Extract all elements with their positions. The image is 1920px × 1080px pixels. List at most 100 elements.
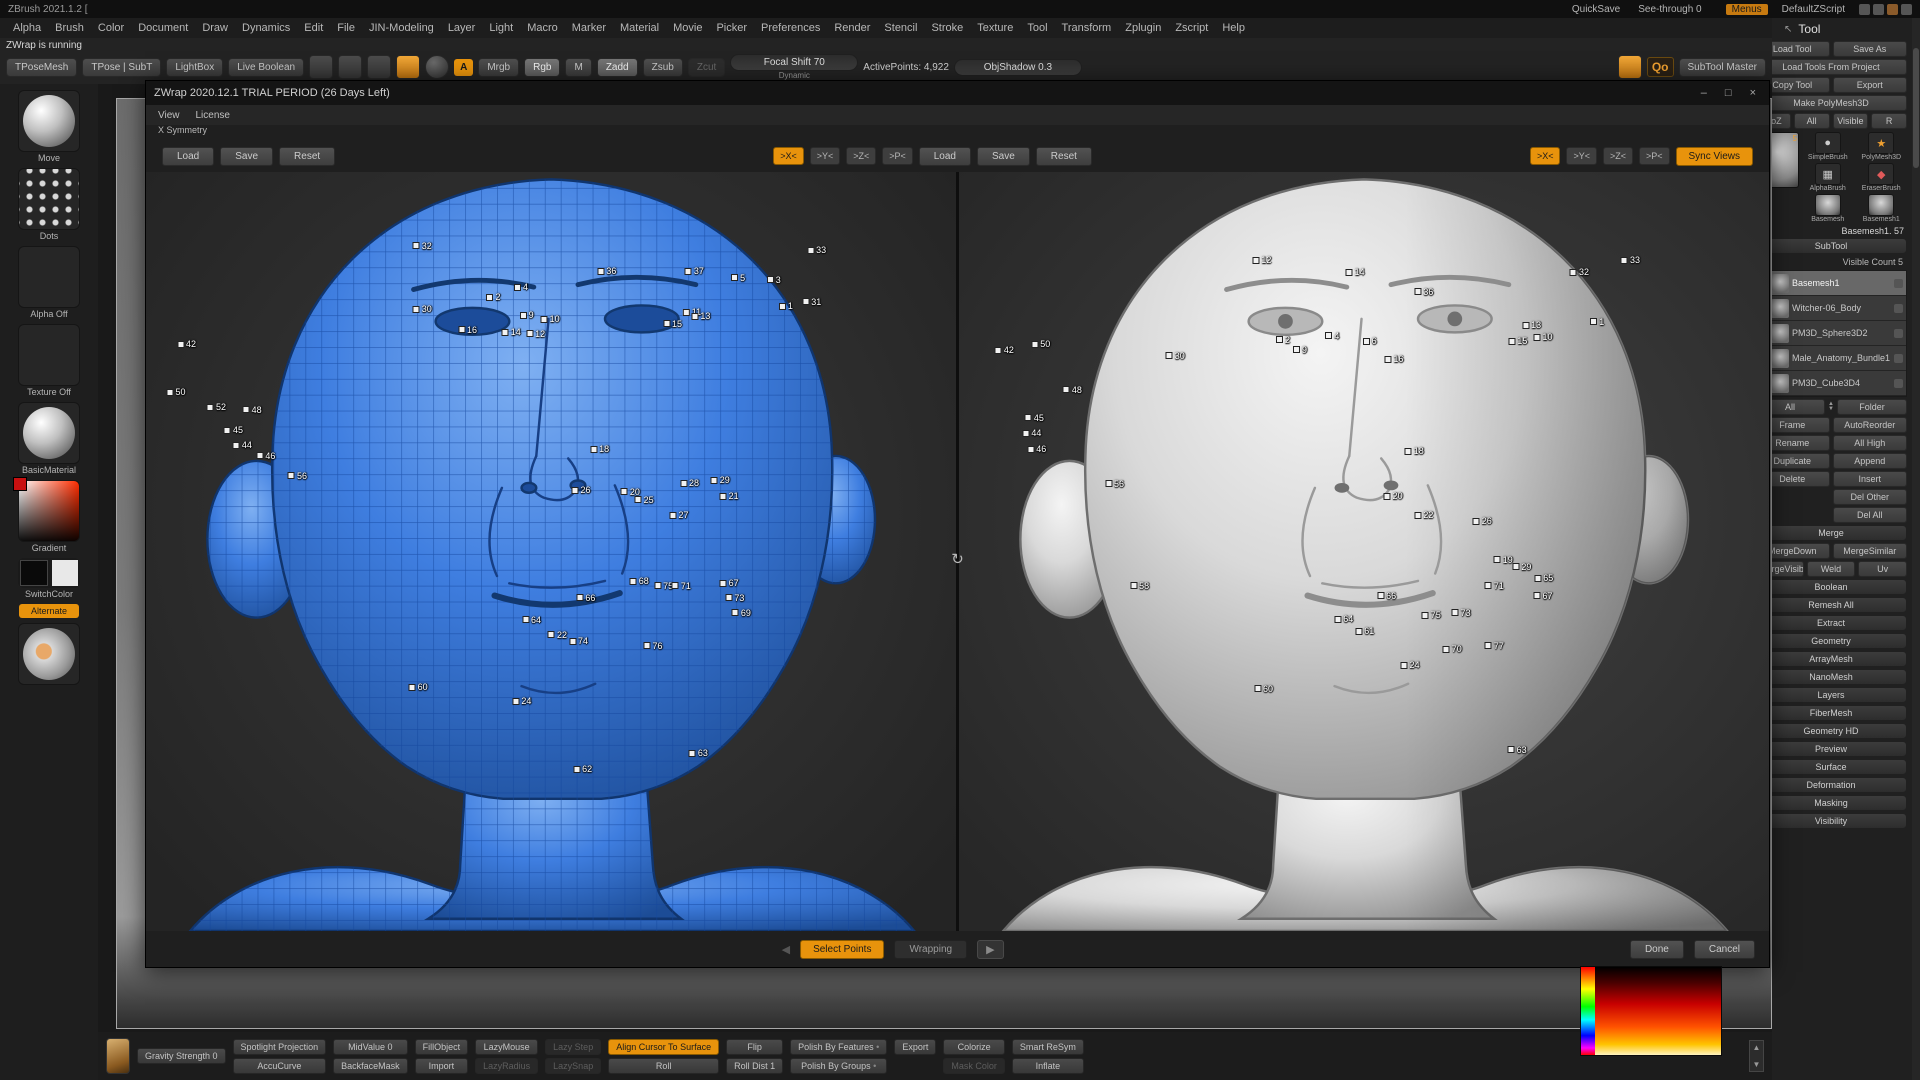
done-button[interactable]: Done <box>1630 940 1684 959</box>
mergevisible-button[interactable]: MergeVisible <box>1772 561 1804 577</box>
mergesimilar-button[interactable]: MergeSimilar <box>1833 543 1908 559</box>
frame-button[interactable]: Frame <box>1772 417 1830 433</box>
menu-preferences[interactable]: Preferences <box>754 21 827 35</box>
del-other-button[interactable]: Del Other <box>1833 489 1908 505</box>
axis-right-y-1[interactable]: >Y< <box>1566 147 1597 165</box>
target-mesh-viewport[interactable]: 1214323336246305013151109164248454446561… <box>959 172 1769 931</box>
section-arraymesh[interactable]: ArrayMesh <box>1772 651 1907 667</box>
paint-icon[interactable] <box>1894 279 1903 288</box>
all-button[interactable]: All <box>1794 113 1830 129</box>
roll-button[interactable]: Roll <box>608 1058 719 1074</box>
subtool-scroll-arrows[interactable]: ▲▼ <box>1828 399 1834 415</box>
gravity-strength-slider[interactable]: Gravity Strength 0 <box>137 1048 226 1064</box>
menu-document[interactable]: Document <box>131 21 195 35</box>
live-boolean-button[interactable]: Live Boolean <box>228 58 304 77</box>
zwrap-mid-save-1[interactable]: Save <box>977 147 1030 166</box>
zadd-button[interactable]: Zadd <box>597 58 638 77</box>
section-layers[interactable]: Layers <box>1772 687 1907 703</box>
quicksave-button[interactable]: QuickSave <box>1568 4 1624 15</box>
alternate-button[interactable]: Alternate <box>19 604 79 618</box>
rename-button[interactable]: Rename <box>1772 435 1830 451</box>
menu-help[interactable]: Help <box>1215 21 1252 35</box>
menu-edit[interactable]: Edit <box>297 21 330 35</box>
axis-left-x-0[interactable]: >X< <box>773 147 804 165</box>
see-through-control[interactable]: See-through 0 <box>1634 4 1705 15</box>
make-polymesh3d-button[interactable]: Make PolyMesh3D <box>1772 95 1907 111</box>
menu-zplugin[interactable]: Zplugin <box>1118 21 1168 35</box>
menu-macro[interactable]: Macro <box>520 21 565 35</box>
brush-preview-icon[interactable] <box>396 55 420 79</box>
gear-icon[interactable] <box>1901 4 1912 15</box>
section-visibility[interactable]: Visibility <box>1772 813 1907 829</box>
color-spectrum-picker[interactable] <box>1580 966 1722 1056</box>
save-as-button[interactable]: Save As <box>1833 41 1908 57</box>
palette-pin-icon[interactable]: ↖ <box>1784 24 1792 35</box>
colorize-button[interactable]: Colorize <box>943 1039 1005 1055</box>
r-button[interactable]: R <box>1871 113 1907 129</box>
autoreorder-button[interactable]: AutoReorder <box>1833 417 1908 433</box>
switchcolor-thumbnail[interactable] <box>18 558 80 588</box>
titlebar-icons[interactable] <box>1859 4 1912 15</box>
tpose-subt-button[interactable]: TPose | SubT <box>82 58 161 77</box>
axis-left-p-3[interactable]: >P< <box>882 147 913 165</box>
tool-thumb-basemesh1[interactable]: Basemesh1 <box>1856 194 1908 223</box>
lightbox-button[interactable]: LightBox <box>166 58 223 77</box>
active-tool-name[interactable]: Basemesh1. 57 <box>1772 226 1904 236</box>
menu-material[interactable]: Material <box>613 21 666 35</box>
zwrap-menu-license[interactable]: License <box>196 110 230 121</box>
axis-left-y-1[interactable]: >Y< <box>810 147 841 165</box>
select-points-button[interactable]: Select Points <box>800 940 884 959</box>
qo-plugin-icon[interactable]: Qo <box>1647 57 1674 77</box>
subtool-folder-button[interactable]: Folder <box>1837 399 1907 415</box>
zwrap-left-save-1[interactable]: Save <box>220 147 273 166</box>
section-deformation[interactable]: Deformation <box>1772 777 1907 793</box>
align-cursor-to-surface-button[interactable]: Align Cursor To Surface <box>608 1039 719 1055</box>
menu-stroke[interactable]: Stroke <box>924 21 970 35</box>
cancel-button[interactable]: Cancel <box>1694 940 1755 959</box>
hue-strip[interactable] <box>1581 967 1595 1055</box>
menus-button[interactable]: Menus <box>1726 4 1768 15</box>
next-step-icon[interactable]: ▶ <box>977 940 1003 959</box>
roll-dist-1-button[interactable]: Roll Dist 1 <box>726 1058 783 1074</box>
menu-layer[interactable]: Layer <box>441 21 483 35</box>
dynamic-label[interactable]: Dynamic <box>779 71 810 80</box>
weld-button[interactable]: Weld <box>1807 561 1856 577</box>
extract-section-header[interactable]: Extract <box>1772 615 1907 631</box>
zwrap-left-reset-2[interactable]: Reset <box>279 147 335 166</box>
menu-dynamics[interactable]: Dynamics <box>235 21 297 35</box>
paint-icon[interactable] <box>1894 354 1903 363</box>
menu-marker[interactable]: Marker <box>565 21 613 35</box>
tposemesh-button[interactable]: TPoseMesh <box>6 58 77 77</box>
focal-shift-slider[interactable]: Focal Shift 70 <box>730 54 858 71</box>
export-button[interactable]: Export <box>894 1039 936 1055</box>
menu-picker[interactable]: Picker <box>709 21 754 35</box>
menu-alpha[interactable]: Alpha <box>6 21 48 35</box>
section-fibermesh[interactable]: FiberMesh <box>1772 705 1907 721</box>
item-thumbnail[interactable] <box>18 623 80 685</box>
projection-icon[interactable] <box>309 55 333 79</box>
shelf-stepper[interactable]: ▲▼ <box>1749 1040 1764 1072</box>
wrapping-button[interactable]: Wrapping <box>894 940 967 959</box>
menu-texture[interactable]: Texture <box>970 21 1020 35</box>
dots-thumbnail[interactable] <box>18 168 80 230</box>
material-icon[interactable] <box>1887 4 1898 15</box>
load-tool-button[interactable]: Load Tool <box>1772 41 1830 57</box>
zwrap-titlebar[interactable]: ZWrap 2020.12.1 TRIAL PERIOD (26 Days Le… <box>146 81 1769 105</box>
paint-icon[interactable] <box>1894 379 1903 388</box>
menu-jin-modeling[interactable]: JIN-Modeling <box>362 21 441 35</box>
active-tool-thumbnail[interactable]: 5 <box>1772 132 1799 188</box>
tool-thumb-eraserbrush[interactable]: ◆EraserBrush <box>1856 163 1908 192</box>
insert-button[interactable]: Insert <box>1833 471 1908 487</box>
fillobject-button[interactable]: FillObject <box>415 1039 469 1055</box>
zwrap-menu-view[interactable]: View <box>158 110 180 121</box>
remesh-all-section-header[interactable]: Remesh All <box>1772 597 1907 613</box>
gradient-area[interactable] <box>1595 967 1721 1055</box>
spotlight-projection-button[interactable]: Spotlight Projection <box>233 1039 327 1055</box>
subtool-row-witcher-06-body[interactable]: Witcher-06_Body <box>1772 296 1906 321</box>
copy-tool-button[interactable]: Copy Tool <box>1772 77 1830 93</box>
zscript-record-icon[interactable] <box>1618 55 1642 79</box>
backfacemask-button[interactable]: BackfaceMask <box>333 1058 408 1074</box>
doc-icon[interactable] <box>1859 4 1870 15</box>
delete-button[interactable]: Delete <box>1772 471 1830 487</box>
auto-masking-badge[interactable]: A <box>454 59 473 76</box>
